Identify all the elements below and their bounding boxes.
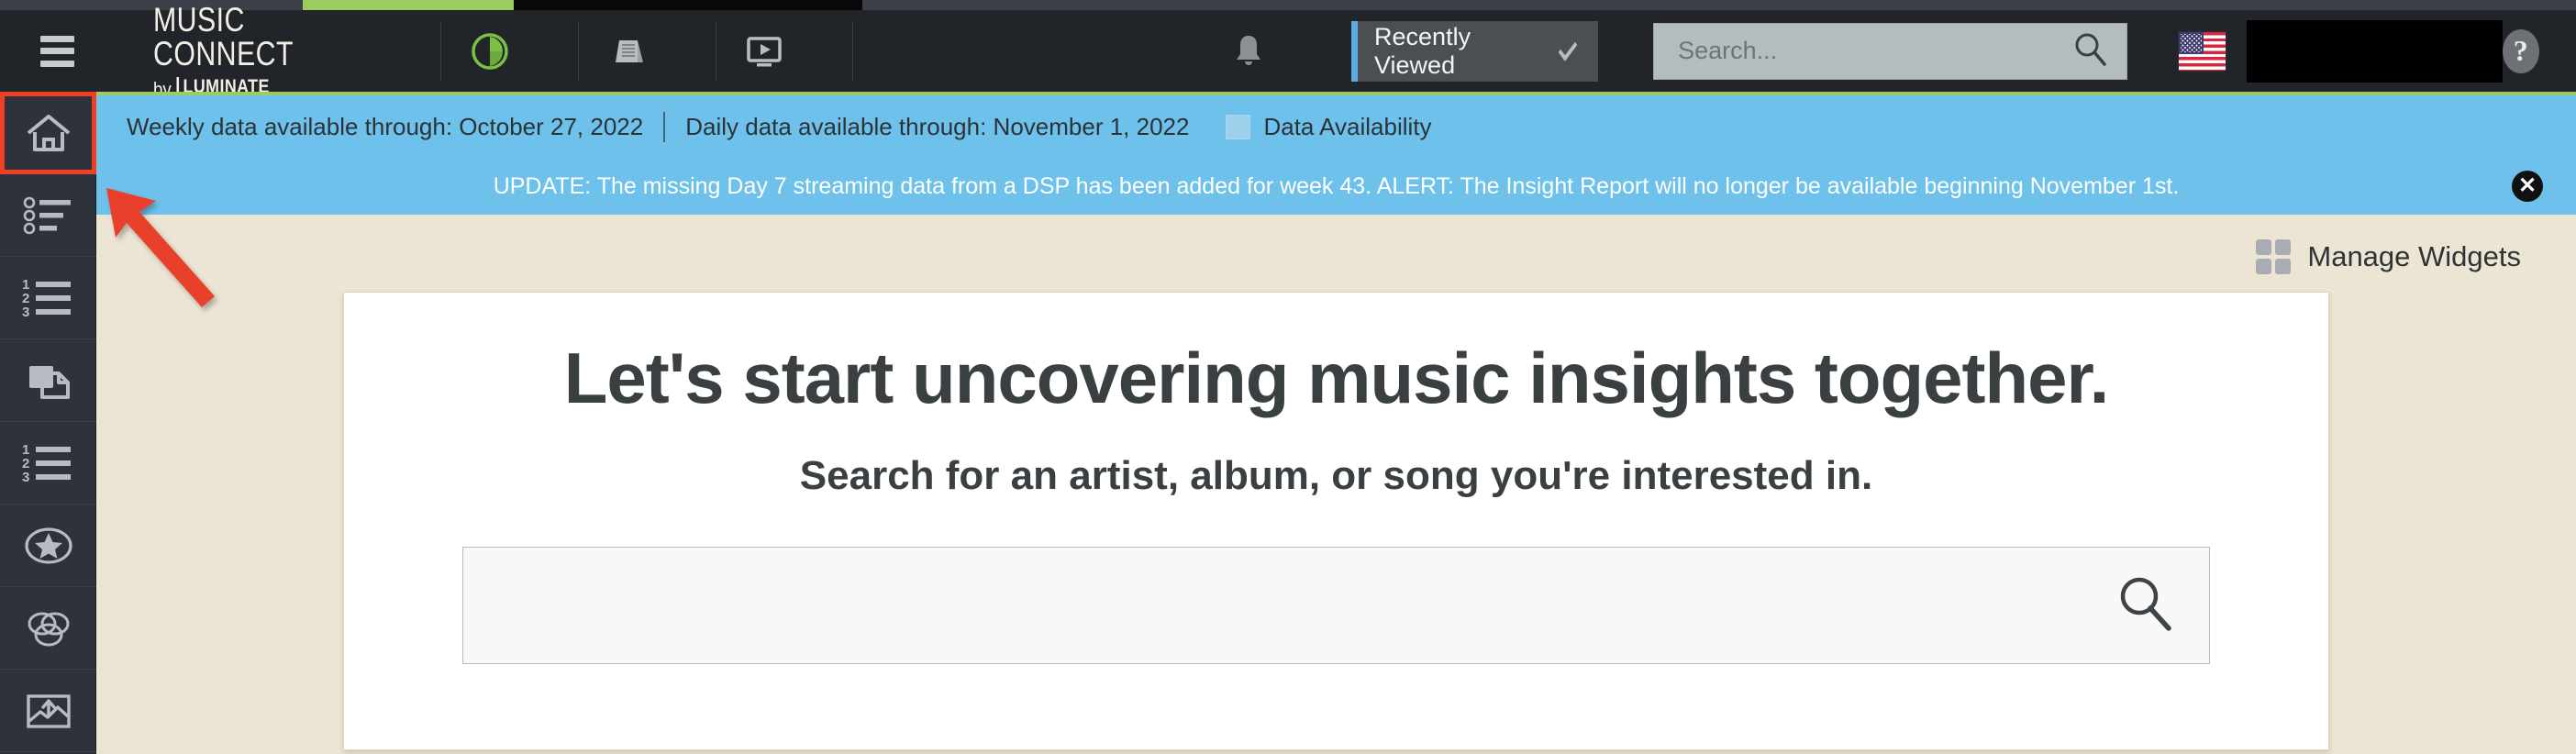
close-icon[interactable]: ✕ [2512,171,2543,202]
sidebar-item-bulleted-list[interactable] [0,174,96,257]
search-icon[interactable] [2071,29,2110,72]
sidebar-item-documents[interactable] [0,339,96,422]
grid-icon [1226,114,1251,139]
widget-tile [2275,259,2292,274]
bulleted-list-icon [23,196,71,234]
venn-diagram-icon [28,612,69,646]
weekly-data-label: Weekly data available through: October 2… [127,112,644,140]
hero-search-input[interactable] [491,587,2112,624]
numbered-list-icon: 1 2 3 [22,443,71,483]
recently-viewed-dropdown[interactable]: Recently Viewed [1351,20,1599,82]
main-content: Manage Widgets Let's start uncovering mu… [96,215,2576,754]
header-divider [440,20,442,82]
manage-widgets-button[interactable]: Manage Widgets [2256,239,2521,274]
hamburger-bar [40,35,75,42]
sidebar-item-numbered-list[interactable]: 1 2 3 [0,257,96,339]
home-icon [27,115,70,151]
copy-documents-icon [28,365,70,399]
page-subtitle: Search for an artist, album, or song you… [799,453,1873,498]
data-availability-link[interactable]: Data Availability [1263,113,1431,141]
left-sidebar: 1 2 3 1 2 3 [0,92,96,754]
sidebar-item-ranked-list[interactable]: 1 2 3 [0,422,96,505]
user-account-box[interactable] [2246,19,2503,83]
alert-banner: UPDATE: The missing Day 7 streaming data… [96,158,2576,215]
flag-canton [2179,31,2204,54]
widget-tile [2256,259,2272,274]
sidebar-item-favorites[interactable] [0,505,96,587]
sidebar-item-home[interactable] [0,92,96,174]
logo-primary-text: MUSIC CONNECT [153,0,294,72]
image-upload-icon [26,693,71,728]
hero-search-field[interactable] [462,547,2210,664]
manage-widgets-label: Manage Widgets [2307,240,2521,272]
us-flag-icon[interactable] [2178,30,2226,72]
data-bar-separator [663,111,666,142]
alert-message: UPDATE: The missing Day 7 streaming data… [493,172,2180,199]
app-logo[interactable]: MUSIC CONNECT by LUMINATE [153,3,400,100]
sidebar-item-overlap[interactable] [0,587,96,670]
hamburger-bar [40,48,75,54]
hamburger-bar [40,60,75,67]
widget-tile [2256,239,2272,255]
star-circle-icon [24,527,72,564]
help-icon[interactable]: ? [2502,28,2540,73]
numbered-list-icon: 1 2 3 [22,278,71,318]
hamburger-icon[interactable] [40,35,75,67]
global-search-field[interactable] [1653,22,2128,80]
header-accent-rule [96,92,2576,95]
widgets-grid-icon [2256,239,2292,274]
bell-icon[interactable] [1220,24,1276,79]
video-monitor-icon[interactable] [737,24,793,79]
tab-strip-right-spacer [862,0,2576,10]
search-icon[interactable] [2112,571,2178,641]
page-title: Let's start uncovering music insights to… [563,338,2110,418]
svg-text:3: 3 [22,470,29,483]
app-header: MUSIC CONNECT by LUMINATE Recently Viewe… [0,3,2576,100]
sidebar-item-upload[interactable] [0,670,96,752]
dropdown-selected-value: Recently Viewed [1374,22,1471,79]
report-icon[interactable] [599,24,655,79]
svg-text:3: 3 [22,305,29,318]
widget-tile [2275,239,2292,255]
data-availability-bar: Weekly data available through: October 2… [96,95,2576,158]
pie-chart-icon[interactable] [461,24,517,79]
chevron-down-icon [1558,35,1578,61]
header-divider [852,20,854,82]
search-input[interactable] [1678,37,2072,65]
daily-data-label: Daily data available through: November 1… [685,112,1190,140]
widgets-toolbar: Manage Widgets [96,215,2576,279]
header-divider [578,20,579,82]
search-hero-card: Let's start uncovering music insights to… [343,292,2329,750]
tab-indicator-inactive[interactable] [514,0,862,10]
